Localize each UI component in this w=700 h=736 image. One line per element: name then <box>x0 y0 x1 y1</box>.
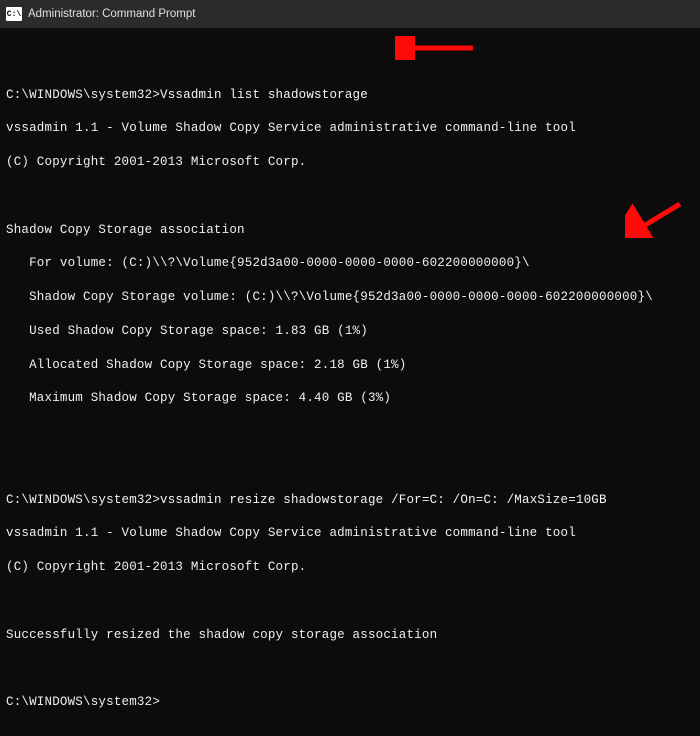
output-line: (C) Copyright 2001-2013 Microsoft Corp. <box>6 559 694 576</box>
output-line: For volume: (C:)\\?\Volume{952d3a00-0000… <box>6 255 694 272</box>
blank-line <box>6 458 694 475</box>
blank-line <box>6 593 694 610</box>
output-line: Shadow Copy Storage association <box>6 222 694 239</box>
output-line: Maximum Shadow Copy Storage space: 4.40 … <box>6 390 694 407</box>
prompt-line: C:\WINDOWS\system32> <box>6 694 694 711</box>
blank-line <box>6 53 694 70</box>
output-line: Successfully resized the shadow copy sto… <box>6 627 694 644</box>
output-line: Shadow Copy Storage volume: (C:)\\?\Volu… <box>6 289 694 306</box>
terminal-output[interactable]: C:\WINDOWS\system32>Vssadmin list shadow… <box>0 28 700 736</box>
output-line: vssadmin 1.1 - Volume Shadow Copy Servic… <box>6 120 694 137</box>
cmd-icon: C:\ <box>6 7 22 21</box>
prompt-text: C:\WINDOWS\system32> <box>6 695 160 709</box>
prompt-line: C:\WINDOWS\system32>Vssadmin list shadow… <box>6 87 694 104</box>
window-title: Administrator: Command Prompt <box>28 8 195 20</box>
output-line: Used Shadow Copy Storage space: 1.83 GB … <box>6 323 694 340</box>
blank-line <box>6 660 694 677</box>
output-line: Allocated Shadow Copy Storage space: 2.1… <box>6 357 694 374</box>
output-line: vssadmin 1.1 - Volume Shadow Copy Servic… <box>6 525 694 542</box>
window-titlebar[interactable]: C:\ Administrator: Command Prompt <box>0 0 700 28</box>
blank-line <box>6 424 694 441</box>
output-line: (C) Copyright 2001-2013 Microsoft Corp. <box>6 154 694 171</box>
prompt-text: C:\WINDOWS\system32> <box>6 88 160 102</box>
command-text: Vssadmin list shadowstorage <box>160 88 368 102</box>
blank-line <box>6 188 694 205</box>
prompt-line: C:\WINDOWS\system32>vssadmin resize shad… <box>6 492 694 509</box>
